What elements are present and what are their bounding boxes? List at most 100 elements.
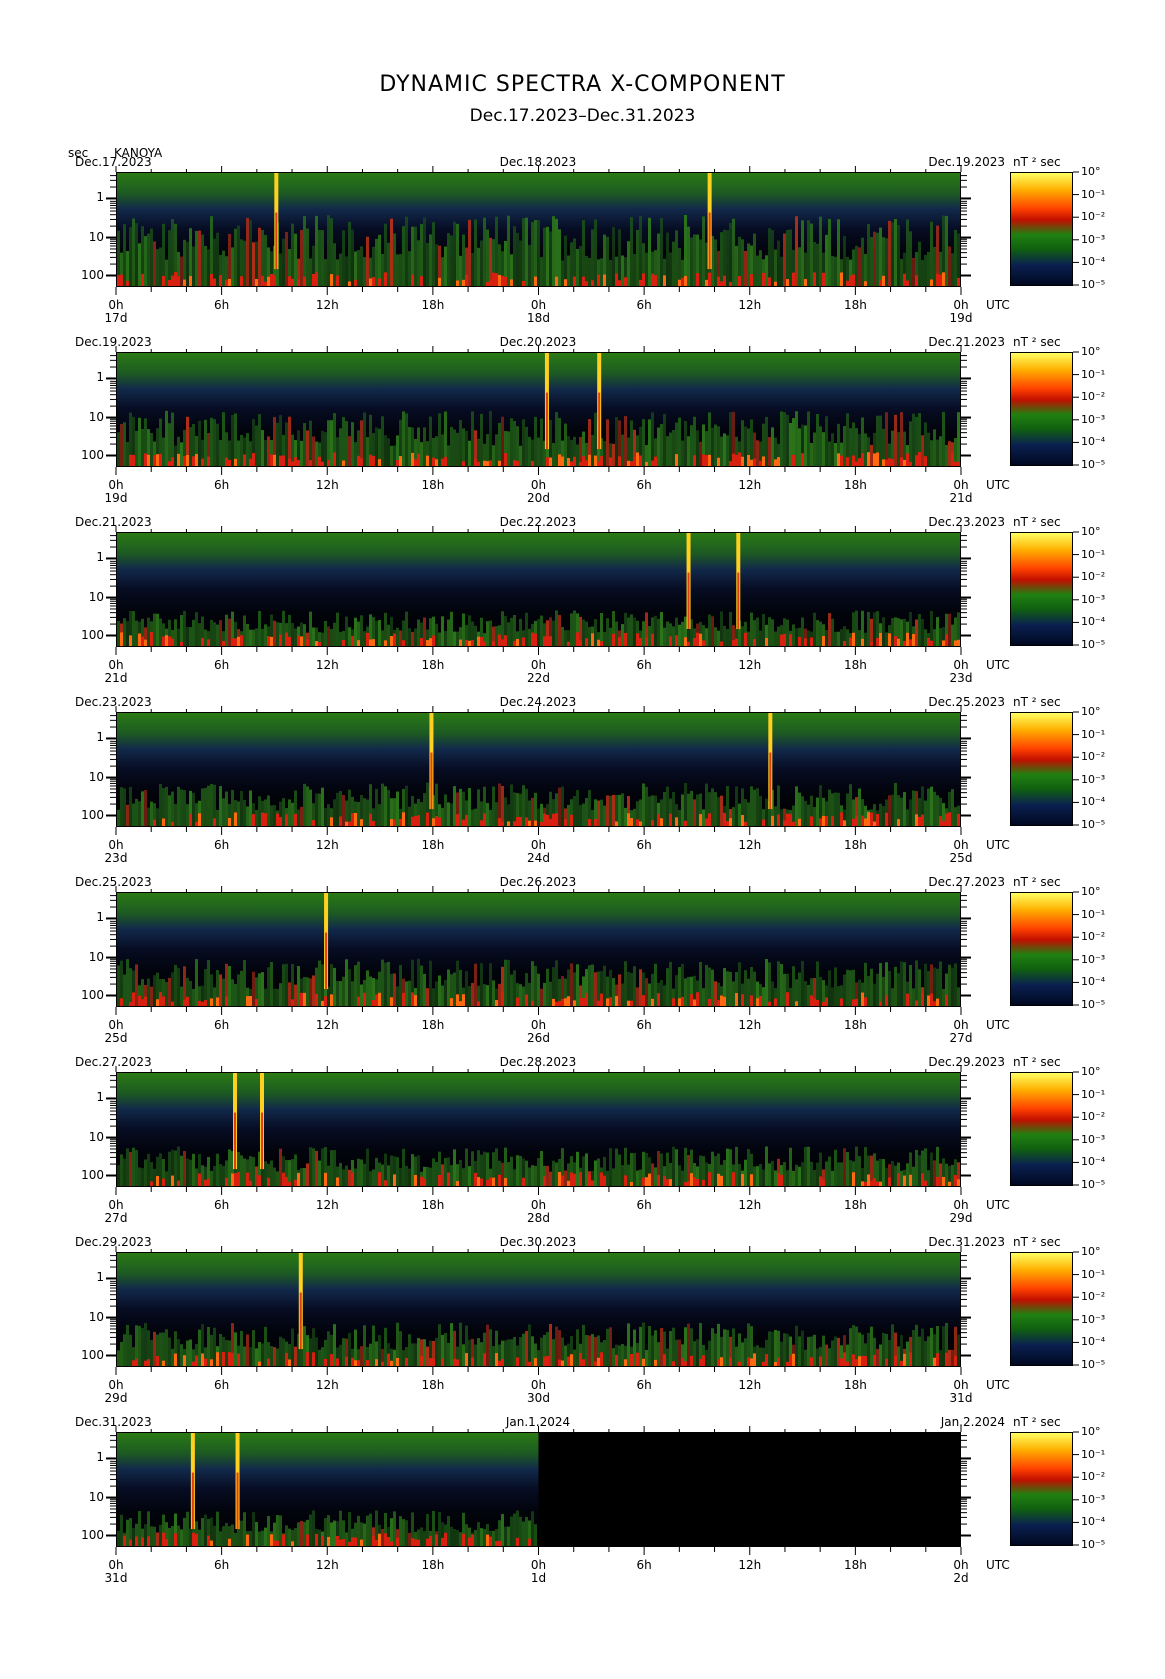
activity-band-high bbox=[750, 459, 753, 466]
spike-event-core bbox=[191, 1472, 194, 1530]
activity-band-high bbox=[690, 1173, 693, 1186]
activity-band bbox=[726, 971, 729, 1006]
activity-band bbox=[738, 1333, 741, 1366]
activity-band bbox=[366, 1148, 369, 1186]
activity-band bbox=[333, 799, 336, 826]
activity-band bbox=[411, 1154, 414, 1186]
activity-band bbox=[372, 1325, 375, 1366]
activity-band-high bbox=[879, 280, 882, 286]
activity-band bbox=[159, 1524, 162, 1546]
activity-band bbox=[135, 798, 138, 826]
activity-band-high bbox=[348, 1541, 351, 1546]
activity-band-high bbox=[531, 632, 534, 646]
activity-band-high bbox=[918, 452, 921, 466]
activity-band bbox=[279, 1148, 282, 1186]
activity-band bbox=[645, 252, 648, 286]
activity-band bbox=[741, 1342, 744, 1366]
activity-band bbox=[378, 804, 381, 826]
activity-band bbox=[225, 1340, 228, 1366]
activity-band bbox=[588, 965, 591, 1006]
activity-band bbox=[450, 1526, 453, 1546]
activity-band bbox=[900, 1170, 903, 1186]
activity-band-high bbox=[468, 1537, 471, 1546]
activity-band-high bbox=[546, 814, 549, 826]
activity-band bbox=[561, 626, 564, 646]
activity-band bbox=[654, 615, 657, 646]
activity-band-high bbox=[930, 993, 933, 1006]
x-tick-label: 6h bbox=[214, 1198, 230, 1212]
activity-band bbox=[933, 246, 936, 286]
activity-band-high bbox=[219, 274, 222, 286]
activity-band bbox=[804, 800, 807, 826]
panel-date-right: Dec.23.2023 bbox=[928, 515, 1005, 529]
x-tick-label: 6h bbox=[636, 478, 652, 492]
panel-date-mid: Dec.30.2023 bbox=[499, 1235, 577, 1249]
activity-band bbox=[606, 618, 609, 646]
activity-band bbox=[633, 253, 636, 286]
activity-band-high bbox=[207, 456, 210, 466]
activity-band bbox=[621, 1165, 624, 1186]
activity-band-high bbox=[573, 1000, 576, 1006]
activity-band bbox=[591, 434, 594, 466]
activity-band bbox=[645, 978, 648, 1006]
activity-band-high bbox=[351, 1537, 354, 1546]
activity-band bbox=[531, 797, 534, 826]
activity-band bbox=[912, 1329, 915, 1366]
activity-band bbox=[489, 411, 492, 466]
activity-band bbox=[564, 630, 567, 646]
activity-band bbox=[243, 1158, 246, 1186]
activity-band-high bbox=[939, 816, 942, 826]
x-tick-label: 18h bbox=[421, 838, 445, 852]
activity-band bbox=[897, 224, 900, 286]
activity-band-high bbox=[840, 272, 843, 286]
activity-band bbox=[270, 1160, 273, 1186]
activity-band bbox=[240, 434, 243, 466]
x-axis-unit: UTC bbox=[986, 478, 1010, 492]
activity-band bbox=[771, 981, 774, 1006]
activity-band-high bbox=[354, 279, 357, 286]
x-tick-label: 18h bbox=[843, 1378, 867, 1392]
activity-band bbox=[261, 972, 264, 1006]
activity-band bbox=[618, 794, 621, 826]
activity-band bbox=[252, 1330, 255, 1366]
activity-band-high bbox=[594, 819, 597, 826]
activity-band bbox=[867, 975, 870, 1006]
activity-band bbox=[147, 978, 150, 1006]
activity-band bbox=[924, 1341, 927, 1366]
activity-band bbox=[924, 1148, 927, 1186]
activity-band bbox=[591, 964, 594, 1006]
activity-band-high bbox=[624, 632, 627, 646]
activity-band-high bbox=[441, 1358, 444, 1366]
activity-band bbox=[504, 797, 507, 826]
activity-band bbox=[246, 1334, 249, 1366]
activity-band bbox=[927, 251, 930, 286]
colorbar-tick-label: 10° bbox=[1081, 165, 1101, 178]
day-label-right: 31d bbox=[949, 1391, 973, 1405]
activity-band bbox=[132, 1527, 135, 1546]
activity-band bbox=[675, 230, 678, 286]
activity-band bbox=[744, 970, 747, 1006]
activity-band-high bbox=[567, 1356, 570, 1366]
activity-band bbox=[699, 441, 702, 466]
panel-date-mid: Jan.1.2024 bbox=[505, 1415, 571, 1429]
activity-band-high bbox=[561, 1175, 564, 1186]
activity-band bbox=[507, 215, 510, 286]
spectrogram-image bbox=[117, 353, 960, 466]
activity-band bbox=[642, 783, 645, 826]
activity-band bbox=[204, 419, 207, 466]
activity-band-high bbox=[351, 813, 354, 826]
activity-band-high bbox=[411, 1538, 414, 1546]
activity-band bbox=[933, 429, 936, 466]
activity-band bbox=[339, 428, 342, 466]
activity-band bbox=[399, 630, 402, 646]
activity-band bbox=[462, 234, 465, 286]
activity-band bbox=[822, 432, 825, 466]
activity-band bbox=[666, 621, 669, 646]
activity-band bbox=[912, 413, 915, 466]
activity-band-high bbox=[552, 998, 555, 1006]
y-tick-label: 100 bbox=[81, 447, 104, 462]
activity-band bbox=[615, 1148, 618, 1186]
activity-band-high bbox=[180, 641, 183, 646]
activity-band bbox=[480, 240, 483, 286]
activity-band bbox=[555, 1326, 558, 1366]
